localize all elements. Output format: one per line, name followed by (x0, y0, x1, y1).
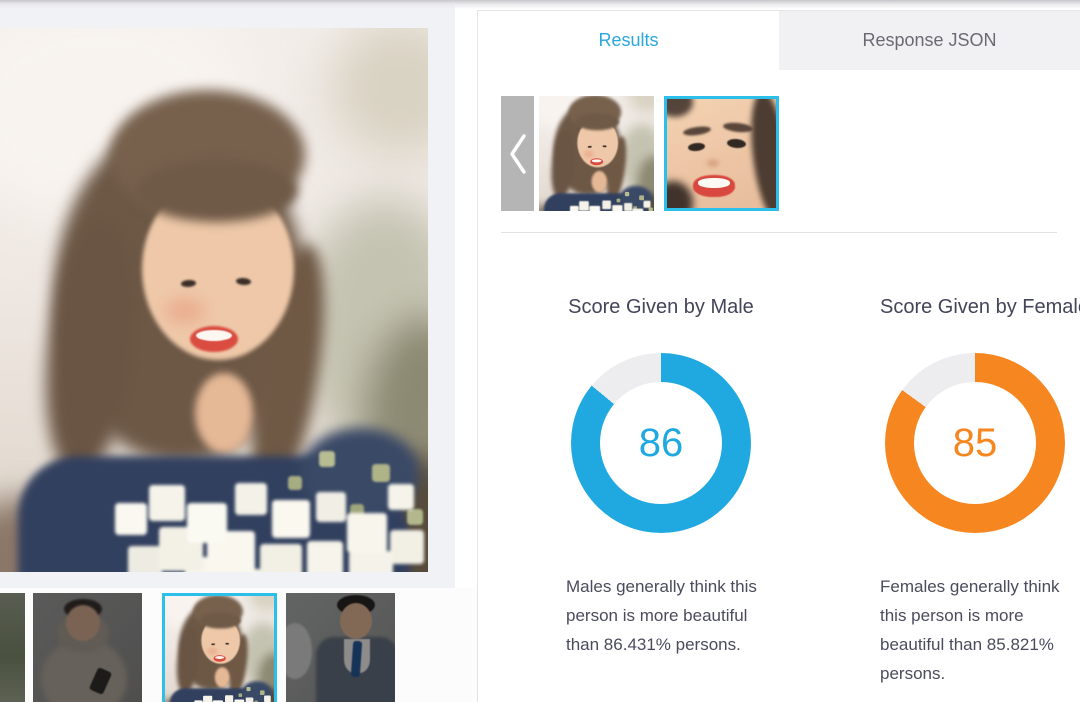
thumbnail-hoodie-man[interactable] (33, 593, 142, 702)
female-score-section: Score Given by Female 85 Females general… (880, 294, 1080, 688)
chevron-left-icon[interactable] (501, 96, 534, 211)
female-score-title: Score Given by Female (880, 296, 1080, 318)
photo-panel (0, 0, 455, 588)
results-panel: Results Response JSON Score Given by Mal… (477, 10, 1080, 702)
tab-results[interactable]: Results (478, 11, 779, 70)
tab-bar: Results Response JSON (478, 11, 1080, 70)
carousel-thumb-full-photo[interactable] (539, 96, 654, 211)
female-score-description: Females generally think this person is m… (880, 577, 1060, 683)
carousel-thumb-face-selected[interactable] (664, 96, 779, 211)
thumbnail-partial[interactable] (0, 593, 25, 702)
tab-response-json[interactable]: Response JSON (779, 11, 1080, 70)
male-score-title: Score Given by Male (568, 296, 754, 318)
thumbnail-selected-woman[interactable] (162, 593, 277, 702)
female-score-donut: 85 (885, 353, 1065, 533)
main-photo (0, 28, 428, 572)
portrait-photo-art (0, 28, 428, 572)
face-beauty-score-app: Results Response JSON Score Given by Mal… (0, 0, 1080, 702)
male-score-section: Score Given by Male 86 Males generally t… (566, 294, 757, 659)
female-score-value: 85 (952, 420, 998, 465)
photo-thumbnail-strip (0, 588, 477, 702)
divider (501, 232, 1057, 233)
male-score-description: Males generally think this person is mor… (566, 577, 757, 654)
male-score-donut: 86 (571, 353, 751, 533)
male-score-value: 86 (638, 420, 684, 465)
thumbnail-suit-man[interactable] (286, 593, 395, 702)
top-shadow (0, 0, 1080, 9)
